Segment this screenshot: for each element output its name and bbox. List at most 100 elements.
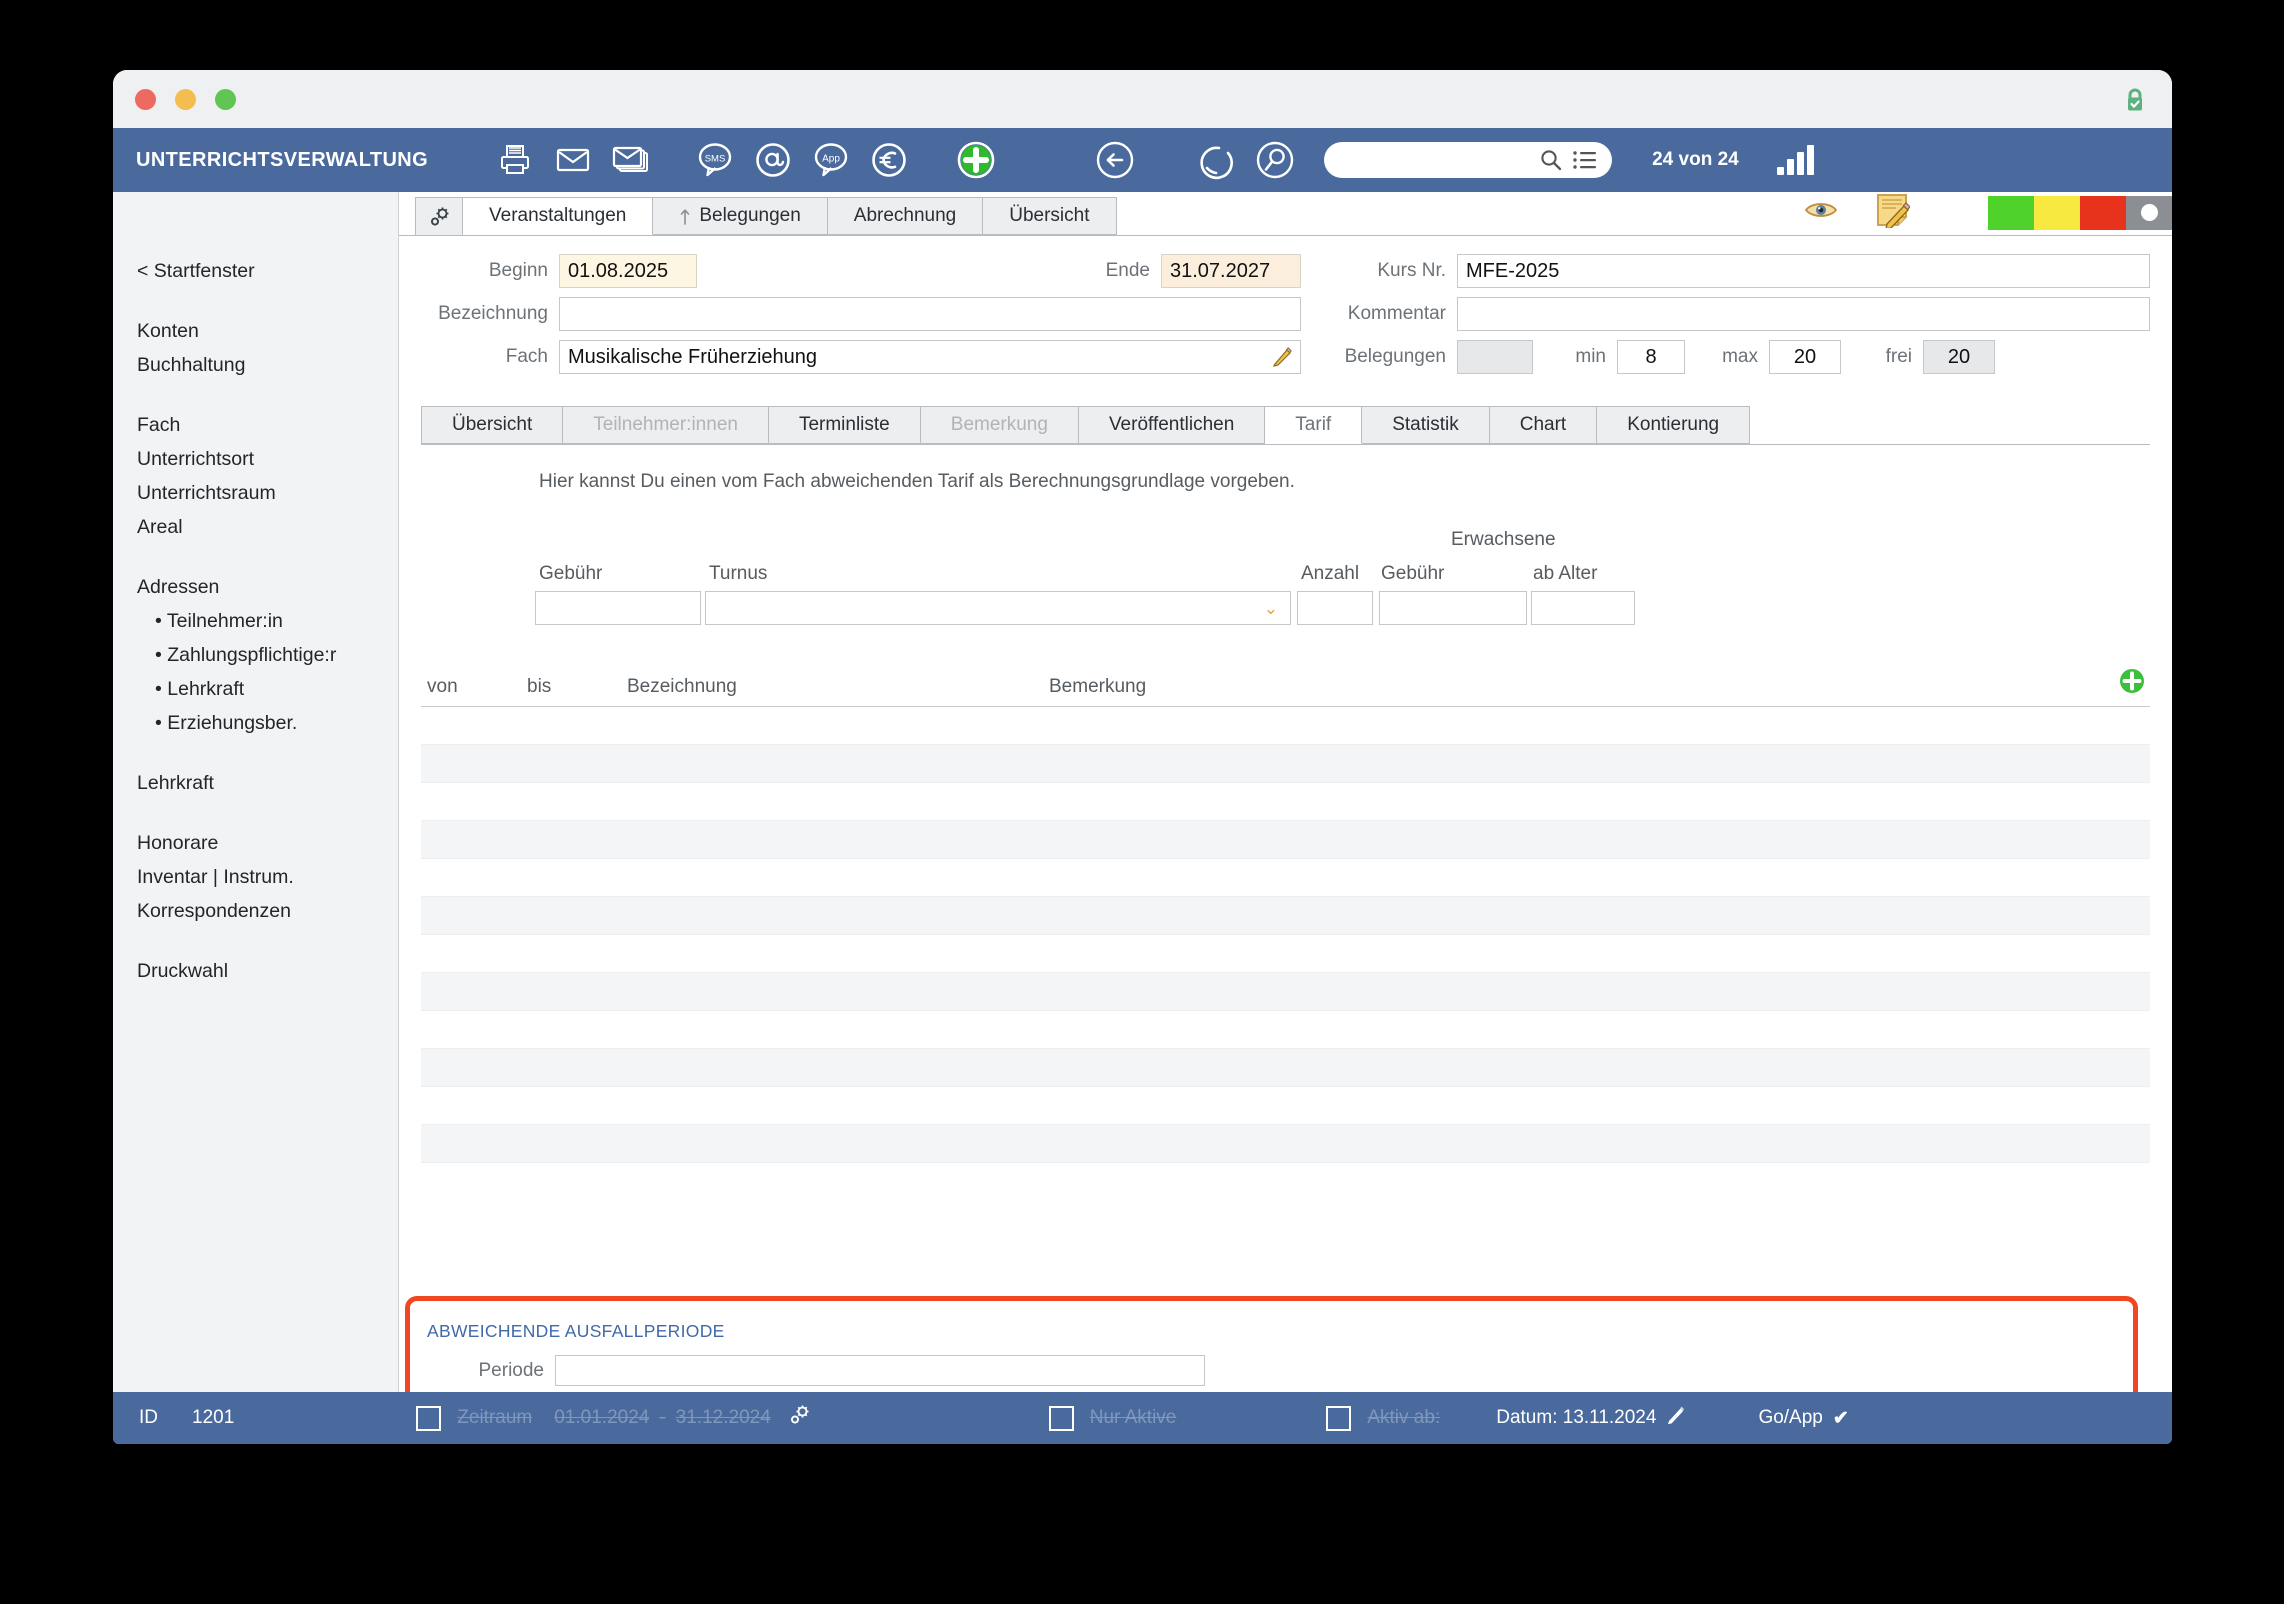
table-row[interactable] bbox=[421, 973, 2150, 1011]
tab-veroeffentlichen[interactable]: Veröffentlichen bbox=[1078, 406, 1266, 444]
table-row[interactable] bbox=[421, 745, 2150, 783]
sidebar-item-lehrkraft-sub[interactable]: Lehrkraft bbox=[113, 672, 398, 706]
tab-kontierung[interactable]: Kontierung bbox=[1597, 406, 1751, 444]
min-field[interactable]: 8 bbox=[1617, 340, 1685, 374]
app-bubble-icon[interactable]: App bbox=[802, 132, 860, 188]
sidebar-item-zahlungspflichtiger[interactable]: Zahlungspflichtige:r bbox=[113, 638, 398, 672]
table-row[interactable] bbox=[421, 859, 2150, 897]
gebuehr-erw-input[interactable] bbox=[1379, 591, 1527, 625]
kursnr-field[interactable]: MFE-2025 bbox=[1457, 254, 2150, 288]
sidebar-item-fach[interactable]: Fach bbox=[113, 408, 398, 442]
table-row[interactable] bbox=[421, 1087, 2150, 1125]
print-icon[interactable] bbox=[486, 132, 544, 188]
swatch-green[interactable] bbox=[1988, 195, 2034, 230]
sidebar-back-link[interactable]: < Startfenster bbox=[113, 254, 398, 288]
kursnr-label: Kurs Nr. bbox=[1377, 260, 1446, 281]
kommentar-field[interactable] bbox=[1457, 297, 2150, 331]
sidebar-item-inventar[interactable]: Inventar | Instrum. bbox=[113, 860, 398, 894]
table-row[interactable] bbox=[421, 783, 2150, 821]
ende-label: Ende bbox=[1105, 260, 1150, 281]
bezeichnung-field[interactable] bbox=[559, 297, 1301, 331]
sidebar-item-lehrkraft[interactable]: Lehrkraft bbox=[113, 766, 398, 800]
secondary-tabbar: Übersicht Teilnehmer:innen Terminliste B… bbox=[421, 403, 2150, 445]
swatch-red[interactable] bbox=[2080, 195, 2126, 230]
sidebar-item-teilnehmerin[interactable]: Teilnehmer:in bbox=[113, 604, 398, 638]
goapp-label[interactable]: Go/App bbox=[1758, 1407, 1822, 1429]
sidebar-item-unterrichtsraum[interactable]: Unterrichtsraum bbox=[113, 476, 398, 510]
primary-tabbar: Veranstaltungen Belegungen Abrechnung Üb… bbox=[399, 192, 2172, 236]
tab-uebersicht-primary[interactable]: Übersicht bbox=[983, 197, 1117, 235]
svg-text:SMS: SMS bbox=[705, 154, 726, 165]
pencil-icon[interactable] bbox=[1666, 1405, 1686, 1431]
tab-veranstaltungen[interactable]: Veranstaltungen bbox=[463, 197, 654, 235]
sidebar-item-druckwahl[interactable]: Druckwahl bbox=[113, 954, 398, 988]
fach-field[interactable]: Musikalische Früherziehung bbox=[559, 340, 1301, 374]
sidebar-item-erziehungsber[interactable]: Erziehungsber. bbox=[113, 706, 398, 740]
anzahl-input[interactable] bbox=[1297, 591, 1373, 625]
mail-icon[interactable] bbox=[544, 132, 602, 188]
note-pencil-icon[interactable] bbox=[1874, 192, 1911, 233]
periode-input[interactable] bbox=[555, 1355, 1205, 1386]
back-arrow-icon[interactable] bbox=[1086, 132, 1144, 188]
mail-stack-icon[interactable] bbox=[602, 132, 660, 188]
sidebar-item-areal[interactable]: Areal bbox=[113, 510, 398, 544]
aktiv-ab-checkbox[interactable] bbox=[1326, 1405, 1352, 1431]
minimize-button[interactable] bbox=[175, 89, 196, 110]
sidebar-item-konten[interactable]: Konten bbox=[113, 314, 398, 348]
pencil-icon[interactable] bbox=[1272, 347, 1292, 373]
max-field[interactable]: 20 bbox=[1769, 340, 1841, 374]
tab-uebersicht[interactable]: Übersicht bbox=[421, 406, 564, 444]
table-row[interactable] bbox=[421, 707, 2150, 745]
search-circle-icon[interactable] bbox=[1246, 132, 1304, 188]
add-circle-green-icon[interactable] bbox=[2118, 667, 2146, 700]
ab-alter-input[interactable] bbox=[1531, 591, 1635, 625]
search-input[interactable] bbox=[1324, 142, 1613, 178]
zeitraum-from: 01.01.2024 bbox=[554, 1407, 650, 1428]
zeitraum-checkbox[interactable] bbox=[416, 1405, 442, 1431]
tab-label: Übersicht bbox=[1009, 205, 1090, 226]
table-row[interactable] bbox=[421, 821, 2150, 859]
belegungen-label: Belegungen bbox=[1344, 346, 1446, 367]
sidebar-item-korrespondenzen[interactable]: Korrespondenzen bbox=[113, 894, 398, 928]
tab-belegungen[interactable]: Belegungen bbox=[653, 197, 828, 235]
tab-terminliste[interactable]: Terminliste bbox=[768, 406, 921, 444]
nur-aktive-checkbox[interactable] bbox=[1048, 1405, 1074, 1431]
table-row[interactable] bbox=[421, 1011, 2150, 1049]
gears-icon[interactable] bbox=[787, 1403, 811, 1433]
sidebar-item-buchhaltung[interactable]: Buchhaltung bbox=[113, 348, 398, 382]
ende-field[interactable]: 31.07.2027 bbox=[1161, 254, 1301, 288]
at-icon[interactable] bbox=[744, 132, 802, 188]
gears-icon[interactable] bbox=[415, 197, 463, 235]
zeitraum-to: 31.12.2024 bbox=[675, 1407, 771, 1428]
sms-bubble-icon[interactable]: SMS bbox=[686, 132, 744, 188]
add-plus-icon[interactable] bbox=[944, 132, 1008, 188]
tarif-table-rows bbox=[421, 707, 2150, 1163]
tab-abrechnung[interactable]: Abrechnung bbox=[827, 197, 984, 235]
zoom-button[interactable] bbox=[215, 89, 236, 110]
eye-icon[interactable] bbox=[1804, 199, 1838, 226]
sidebar-item-adressen[interactable]: Adressen bbox=[113, 570, 398, 604]
tab-label: Tarif bbox=[1295, 414, 1332, 435]
list-menu-icon[interactable] bbox=[1572, 150, 1598, 170]
beginn-field[interactable]: 01.08.2025 bbox=[559, 254, 697, 288]
swatch-neutral[interactable] bbox=[2126, 195, 2172, 230]
turnus-select[interactable]: ⌄ bbox=[705, 591, 1291, 625]
swatch-yellow[interactable] bbox=[2034, 195, 2080, 230]
table-row[interactable] bbox=[421, 897, 2150, 935]
table-row[interactable] bbox=[421, 1125, 2150, 1163]
table-row[interactable] bbox=[421, 935, 2150, 973]
tab-tarif[interactable]: Tarif bbox=[1265, 406, 1363, 444]
close-button[interactable] bbox=[135, 89, 156, 110]
gebuehr-input[interactable] bbox=[535, 591, 701, 625]
tab-bemerkung: Bemerkung bbox=[920, 406, 1079, 444]
tab-statistik[interactable]: Statistik bbox=[1362, 406, 1490, 444]
tarif-column-headers: Erwachsene Gebühr Turnus Anzahl Gebühr a… bbox=[421, 515, 2150, 591]
euro-icon[interactable] bbox=[860, 132, 918, 188]
id-value: 1201 bbox=[192, 1407, 235, 1428]
tab-chart[interactable]: Chart bbox=[1489, 406, 1598, 444]
refresh-icon[interactable] bbox=[1188, 132, 1246, 188]
sidebar-item-honorare[interactable]: Honorare bbox=[113, 826, 398, 860]
sidebar-item-unterrichtsort[interactable]: Unterrichtsort bbox=[113, 442, 398, 476]
table-row[interactable] bbox=[421, 1049, 2150, 1087]
signal-bars-icon[interactable] bbox=[1776, 145, 1814, 175]
